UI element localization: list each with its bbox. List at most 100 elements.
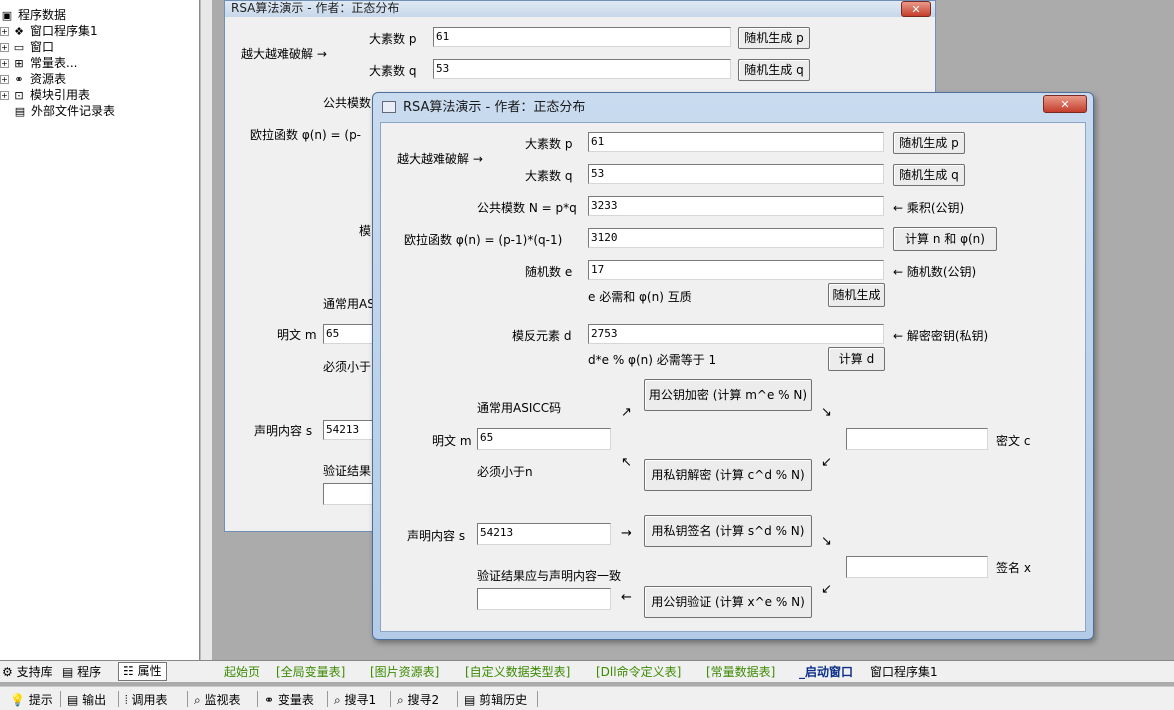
tab-call-stack[interactable]: ⦙ 调用表 — [125, 692, 168, 708]
gen-e-button[interactable]: 随机生成 — [828, 283, 885, 307]
divider — [537, 691, 538, 707]
q-input[interactable]: 53 — [588, 164, 884, 184]
x-input[interactable] — [846, 556, 988, 578]
arrow-right-icon: → — [621, 526, 632, 541]
file-icon: ▤ — [14, 104, 26, 118]
gen-q-button[interactable]: 随机生成 q — [738, 59, 810, 81]
resource-icon: ⚭ — [14, 72, 24, 86]
x-label: 签名 x — [996, 561, 1031, 575]
tab-dll-commands[interactable]: [Dll命令定义表] — [596, 664, 681, 681]
designer-title: RSA算法演示 - 作者：正态分布 — [231, 1, 400, 15]
tab-variables[interactable]: ⚭ 变量表 — [264, 692, 314, 708]
tab-global-vars[interactable]: [全局变量表] — [276, 664, 345, 681]
panel-tabs: ⚙ 支持库 ▤ 程序 ☷ 属性 — [0, 660, 212, 682]
tree-item-modules[interactable]: + ⊡ 模块引用表 — [0, 87, 90, 103]
tab-watch[interactable]: ⌕ 监视表 — [194, 692, 241, 708]
expand-icon[interactable]: + — [0, 43, 9, 52]
hint-label: 越大越难破解 → — [397, 152, 483, 166]
d-hint: d*e % φ(n) 必需等于 1 — [588, 353, 717, 367]
tab-constant-data[interactable]: [常量数据表] — [706, 664, 775, 681]
tab-window-assembly[interactable]: 窗口程序集1 — [870, 664, 938, 681]
tree-item-constants[interactable]: + ⊞ 常量表... — [0, 55, 77, 71]
sign-button[interactable]: 用私钥签名 (计算 s^d % N) — [644, 515, 812, 547]
tree-item-window[interactable]: + ▭ 窗口 — [0, 39, 54, 55]
n-input[interactable]: 3233 — [588, 196, 884, 216]
n-label: 公共模数 N = p*q — [477, 201, 577, 215]
p-input[interactable]: 61 — [433, 27, 731, 47]
tab-property[interactable]: ☷ 属性 — [118, 662, 167, 681]
d-input[interactable]: 2753 — [588, 324, 884, 344]
expand-icon[interactable]: + — [0, 75, 9, 84]
property-icon: ☷ — [123, 664, 138, 678]
tab-custom-types[interactable]: [自定义数据类型表] — [465, 664, 570, 681]
phi-input[interactable]: 3120 — [588, 228, 884, 248]
tab-image-resources[interactable]: [图片资源表] — [370, 664, 439, 681]
calc-d-button[interactable]: 计算 d — [828, 347, 885, 371]
designer-close-button[interactable]: ✕ — [901, 1, 931, 17]
arrow-sw-icon: ↙ — [821, 455, 832, 470]
verify-hint: 验证结果应与声明内容一致 — [477, 569, 622, 583]
m-input[interactable]: 65 — [477, 428, 611, 450]
divider — [327, 691, 328, 707]
q-input[interactable]: 53 — [433, 59, 731, 79]
e-input[interactable]: 17 — [588, 260, 884, 280]
tree-item-assembly[interactable]: + ❖ 窗口程序集1 — [0, 23, 98, 39]
tree-scrollbar[interactable] — [200, 0, 212, 660]
data-icon: ▣ — [1, 8, 13, 22]
tab-output[interactable]: ▤ 输出 — [67, 692, 106, 708]
q-label: 大素数 q — [369, 64, 417, 78]
m-input[interactable]: 65 — [323, 324, 378, 344]
tab-clip-history[interactable]: ▤ 剪辑历史 — [464, 692, 527, 708]
c-input[interactable] — [846, 428, 988, 450]
p-label: 大素数 p — [369, 32, 417, 46]
encrypt-button[interactable]: 用公钥加密 (计算 m^e % N) — [644, 379, 812, 411]
expand-icon[interactable]: + — [0, 27, 9, 36]
tab-support-library[interactable]: ⚙ 支持库 — [2, 664, 53, 681]
tree-item-program-data[interactable]: ▣ 程序数据 — [0, 7, 66, 23]
tab-search2[interactable]: ⌕ 搜寻2 — [397, 692, 439, 708]
arrow-se2-icon: ↘ — [821, 534, 832, 549]
verify-label: 验证结果 — [323, 464, 372, 478]
tab-program[interactable]: ▤ 程序 — [62, 664, 101, 681]
expand-icon[interactable]: + — [0, 59, 9, 68]
phi-label: 欧拉函数 φ(n) = (p- — [250, 128, 362, 142]
hint-label: 越大越难破解 → — [241, 47, 327, 61]
designer-title-bar: RSA算法演示 - 作者：正态分布 — [225, 1, 935, 17]
tree-item-external-files[interactable]: ▤ 外部文件记录表 — [13, 103, 115, 119]
gen-p-button[interactable]: 随机生成 p — [893, 132, 965, 154]
program-icon: ▤ — [62, 665, 78, 679]
tab-start-page[interactable]: 起始页 — [224, 664, 260, 681]
s-input[interactable]: 54213 — [477, 523, 611, 545]
bulb-icon: 💡 — [10, 693, 29, 707]
p-input[interactable]: 61 — [588, 132, 884, 152]
gen-p-button[interactable]: 随机生成 p — [738, 27, 810, 49]
tree-item-resources[interactable]: + ⚭ 资源表 — [0, 71, 66, 87]
arrow-nw-icon: ↖ — [621, 455, 632, 470]
p-label: 大素数 p — [525, 137, 573, 151]
gen-q-button[interactable]: 随机生成 q — [893, 164, 965, 186]
search-icon: ⌕ — [397, 693, 408, 707]
tab-hint[interactable]: 💡 提示 — [10, 692, 53, 708]
e-hint: e 必需和 φ(n) 互质 — [588, 290, 692, 304]
verify-button[interactable]: 用公钥验证 (计算 x^e % N) — [644, 586, 812, 618]
decrypt-button[interactable]: 用私钥解密 (计算 c^d % N) — [644, 459, 812, 491]
c-label: 密文 c — [996, 434, 1031, 448]
n-label: 公共模数 — [323, 96, 372, 110]
divider — [457, 691, 458, 707]
calc-n-phi-button[interactable]: 计算 n 和 φ(n) — [893, 227, 997, 251]
magnifier-icon: ⌕ — [194, 693, 205, 707]
dialog-close-button[interactable]: ✕ — [1043, 95, 1087, 113]
document-tabs: 起始页 [全局变量表] [图片资源表] [自定义数据类型表] [Dll命令定义表… — [212, 660, 1174, 682]
module-icon: ⊡ — [14, 88, 24, 102]
verify-input[interactable] — [477, 588, 611, 610]
tab-search1[interactable]: ⌕ 搜寻1 — [334, 692, 376, 708]
d-note: ← 解密密钥(私钥) — [893, 329, 989, 343]
s-input[interactable]: 54213 — [323, 420, 378, 440]
verify-input[interactable] — [323, 483, 378, 505]
output-toolbar: 💡 提示 ▤ 输出 ⦙ 调用表 ⌕ 监视表 ⚭ 变量表 ⌕ 搜寻1 ⌕ 搜寻2 … — [0, 686, 1174, 710]
m-label: 明文 m — [277, 328, 317, 342]
tab-startup-window[interactable]: _启动窗口 — [799, 664, 853, 681]
expand-icon[interactable]: + — [0, 91, 9, 100]
assembly-icon: ❖ — [14, 24, 24, 38]
search-icon: ⌕ — [334, 693, 345, 707]
